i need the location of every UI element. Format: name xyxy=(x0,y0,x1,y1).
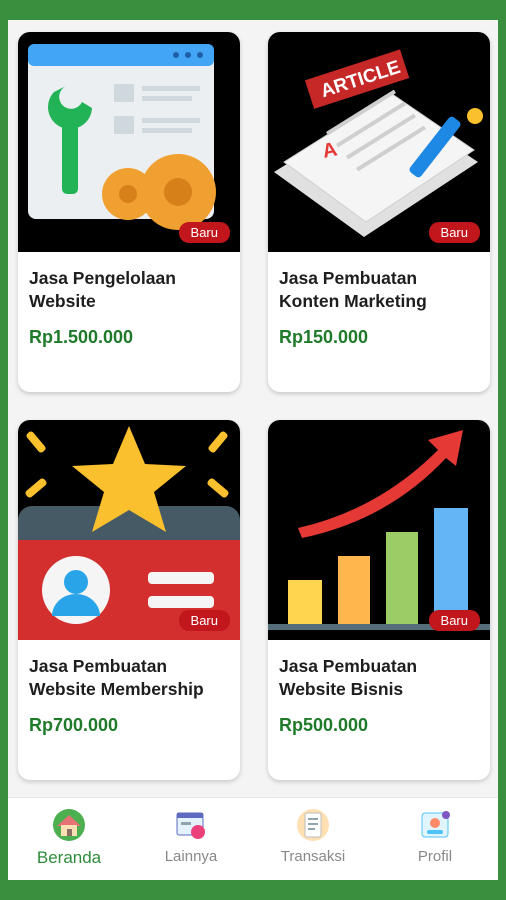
home-icon xyxy=(53,809,85,841)
product-price: Rp700.000 xyxy=(29,715,119,735)
website-maintenance-icon xyxy=(18,32,240,252)
membership-card-star-icon xyxy=(18,420,240,640)
screen: Baru Jasa Pengelolaan Website Rp1.500.00… xyxy=(8,20,498,880)
nav-item-profil[interactable]: Profil xyxy=(374,808,496,865)
product-card[interactable]: Baru Jasa Pengelolaan Website Rp1.500.00… xyxy=(18,32,240,392)
growth-bar-chart-icon xyxy=(268,420,490,640)
nav-label: Beranda xyxy=(36,848,102,867)
browser-icon xyxy=(176,812,205,839)
article-newspaper-icon: A ARTICLE xyxy=(268,32,490,252)
nav-label: Lainnya xyxy=(164,848,218,865)
new-badge: Baru xyxy=(178,222,230,243)
product-card[interactable]: A ARTICLE Baru Jasa Pembuatan Konten Mar… xyxy=(268,32,490,392)
bottom-nav: Beranda Lainnya Transaksi Profil xyxy=(8,797,498,880)
nav-item-lainnya[interactable]: Lainnya xyxy=(130,808,252,865)
nav-item-transaksi[interactable]: Transaksi xyxy=(252,808,374,865)
product-card[interactable]: Baru Jasa Pembuatan Website Bisnis Rp500… xyxy=(268,420,490,780)
product-price: Rp1.500.000 xyxy=(29,327,134,347)
nav-item-beranda[interactable]: Beranda xyxy=(8,808,130,868)
product-title: Jasa Pembuatan Website Membership xyxy=(29,656,204,699)
product-title: Jasa Pembuatan Konten Marketing xyxy=(279,268,427,311)
bill-icon xyxy=(297,809,329,841)
new-badge: Baru xyxy=(428,610,480,631)
product-title: Jasa Pengelolaan Website xyxy=(29,268,176,311)
profile-icon xyxy=(421,811,450,838)
nav-label: Profil xyxy=(417,848,453,865)
product-card[interactable]: Baru Jasa Pembuatan Website Membership R… xyxy=(18,420,240,780)
product-price: Rp150.000 xyxy=(279,327,369,347)
new-badge: Baru xyxy=(428,222,480,243)
nav-label: Transaksi xyxy=(280,848,346,865)
product-price: Rp500.000 xyxy=(279,715,369,735)
product-title: Jasa Pembuatan Website Bisnis xyxy=(279,656,418,699)
new-badge: Baru xyxy=(178,610,230,631)
